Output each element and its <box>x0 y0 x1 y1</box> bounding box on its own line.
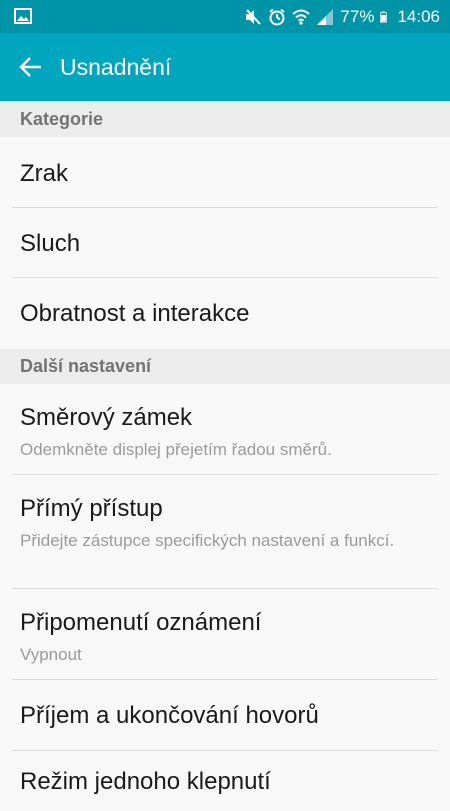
list-item-primy-pristup[interactable]: Přímý přístup Přidejte zástupce specific… <box>0 475 450 589</box>
section-header-categories: Kategorie <box>0 101 450 137</box>
clock: 14:06 <box>397 6 440 26</box>
app-bar: Usnadnění <box>0 33 450 101</box>
battery-percent: 77% <box>340 6 375 26</box>
list-item-summary: Vypnout <box>20 645 82 664</box>
list-item-smerovy-zamek[interactable]: Směrový zámek Odemkněte displej přejetím… <box>0 384 450 475</box>
list-item-pripomenuti-oznameni[interactable]: Připomenutí oznámení Vypnout <box>0 589 450 680</box>
section-header-label: Další nastavení <box>20 356 152 376</box>
page-title: Usnadnění <box>60 54 172 80</box>
list-item-label: Obratnost a interakce <box>20 300 250 327</box>
list-item-label: Sluch <box>20 230 81 257</box>
list-item-label: Přímý přístup <box>20 495 163 522</box>
list-item-rezim-jednoho-klepnuti[interactable]: Režim jednoho klepnutí <box>0 751 450 811</box>
list-item-obratnost[interactable]: Obratnost a interakce <box>0 278 450 349</box>
list-item-summary: Odemkněte displej přejetím řadou směrů. <box>20 440 332 459</box>
mute-icon <box>246 8 262 25</box>
wifi-icon <box>292 9 311 25</box>
alarm-icon <box>269 8 286 25</box>
list-item-summary: Přidejte zástupce specifických nastavení… <box>20 531 395 550</box>
list-item-zrak[interactable]: Zrak <box>0 137 450 208</box>
arrow-left-icon[interactable] <box>18 54 44 80</box>
section-header-other-settings: Další nastavení <box>0 349 450 384</box>
status-bar: 77% 14:06 <box>0 0 450 33</box>
list-item-label: Směrový zámek <box>20 404 193 431</box>
signal-icon <box>317 8 334 25</box>
list-item-label: Režim jednoho klepnutí <box>20 768 271 795</box>
list-item-label: Zrak <box>20 160 68 187</box>
image-icon <box>14 8 32 24</box>
list-item-prijem-hovoru[interactable]: Příjem a ukončování hovorů <box>0 680 450 751</box>
settings-list: Kategorie Zrak Sluch Obratnost a interak… <box>0 101 450 811</box>
list-item-label: Připomenutí oznámení <box>20 609 262 636</box>
section-header-label: Kategorie <box>20 109 104 129</box>
list-item-label: Příjem a ukončování hovorů <box>20 702 319 729</box>
battery-icon <box>380 11 388 23</box>
list-item-sluch[interactable]: Sluch <box>0 208 450 278</box>
